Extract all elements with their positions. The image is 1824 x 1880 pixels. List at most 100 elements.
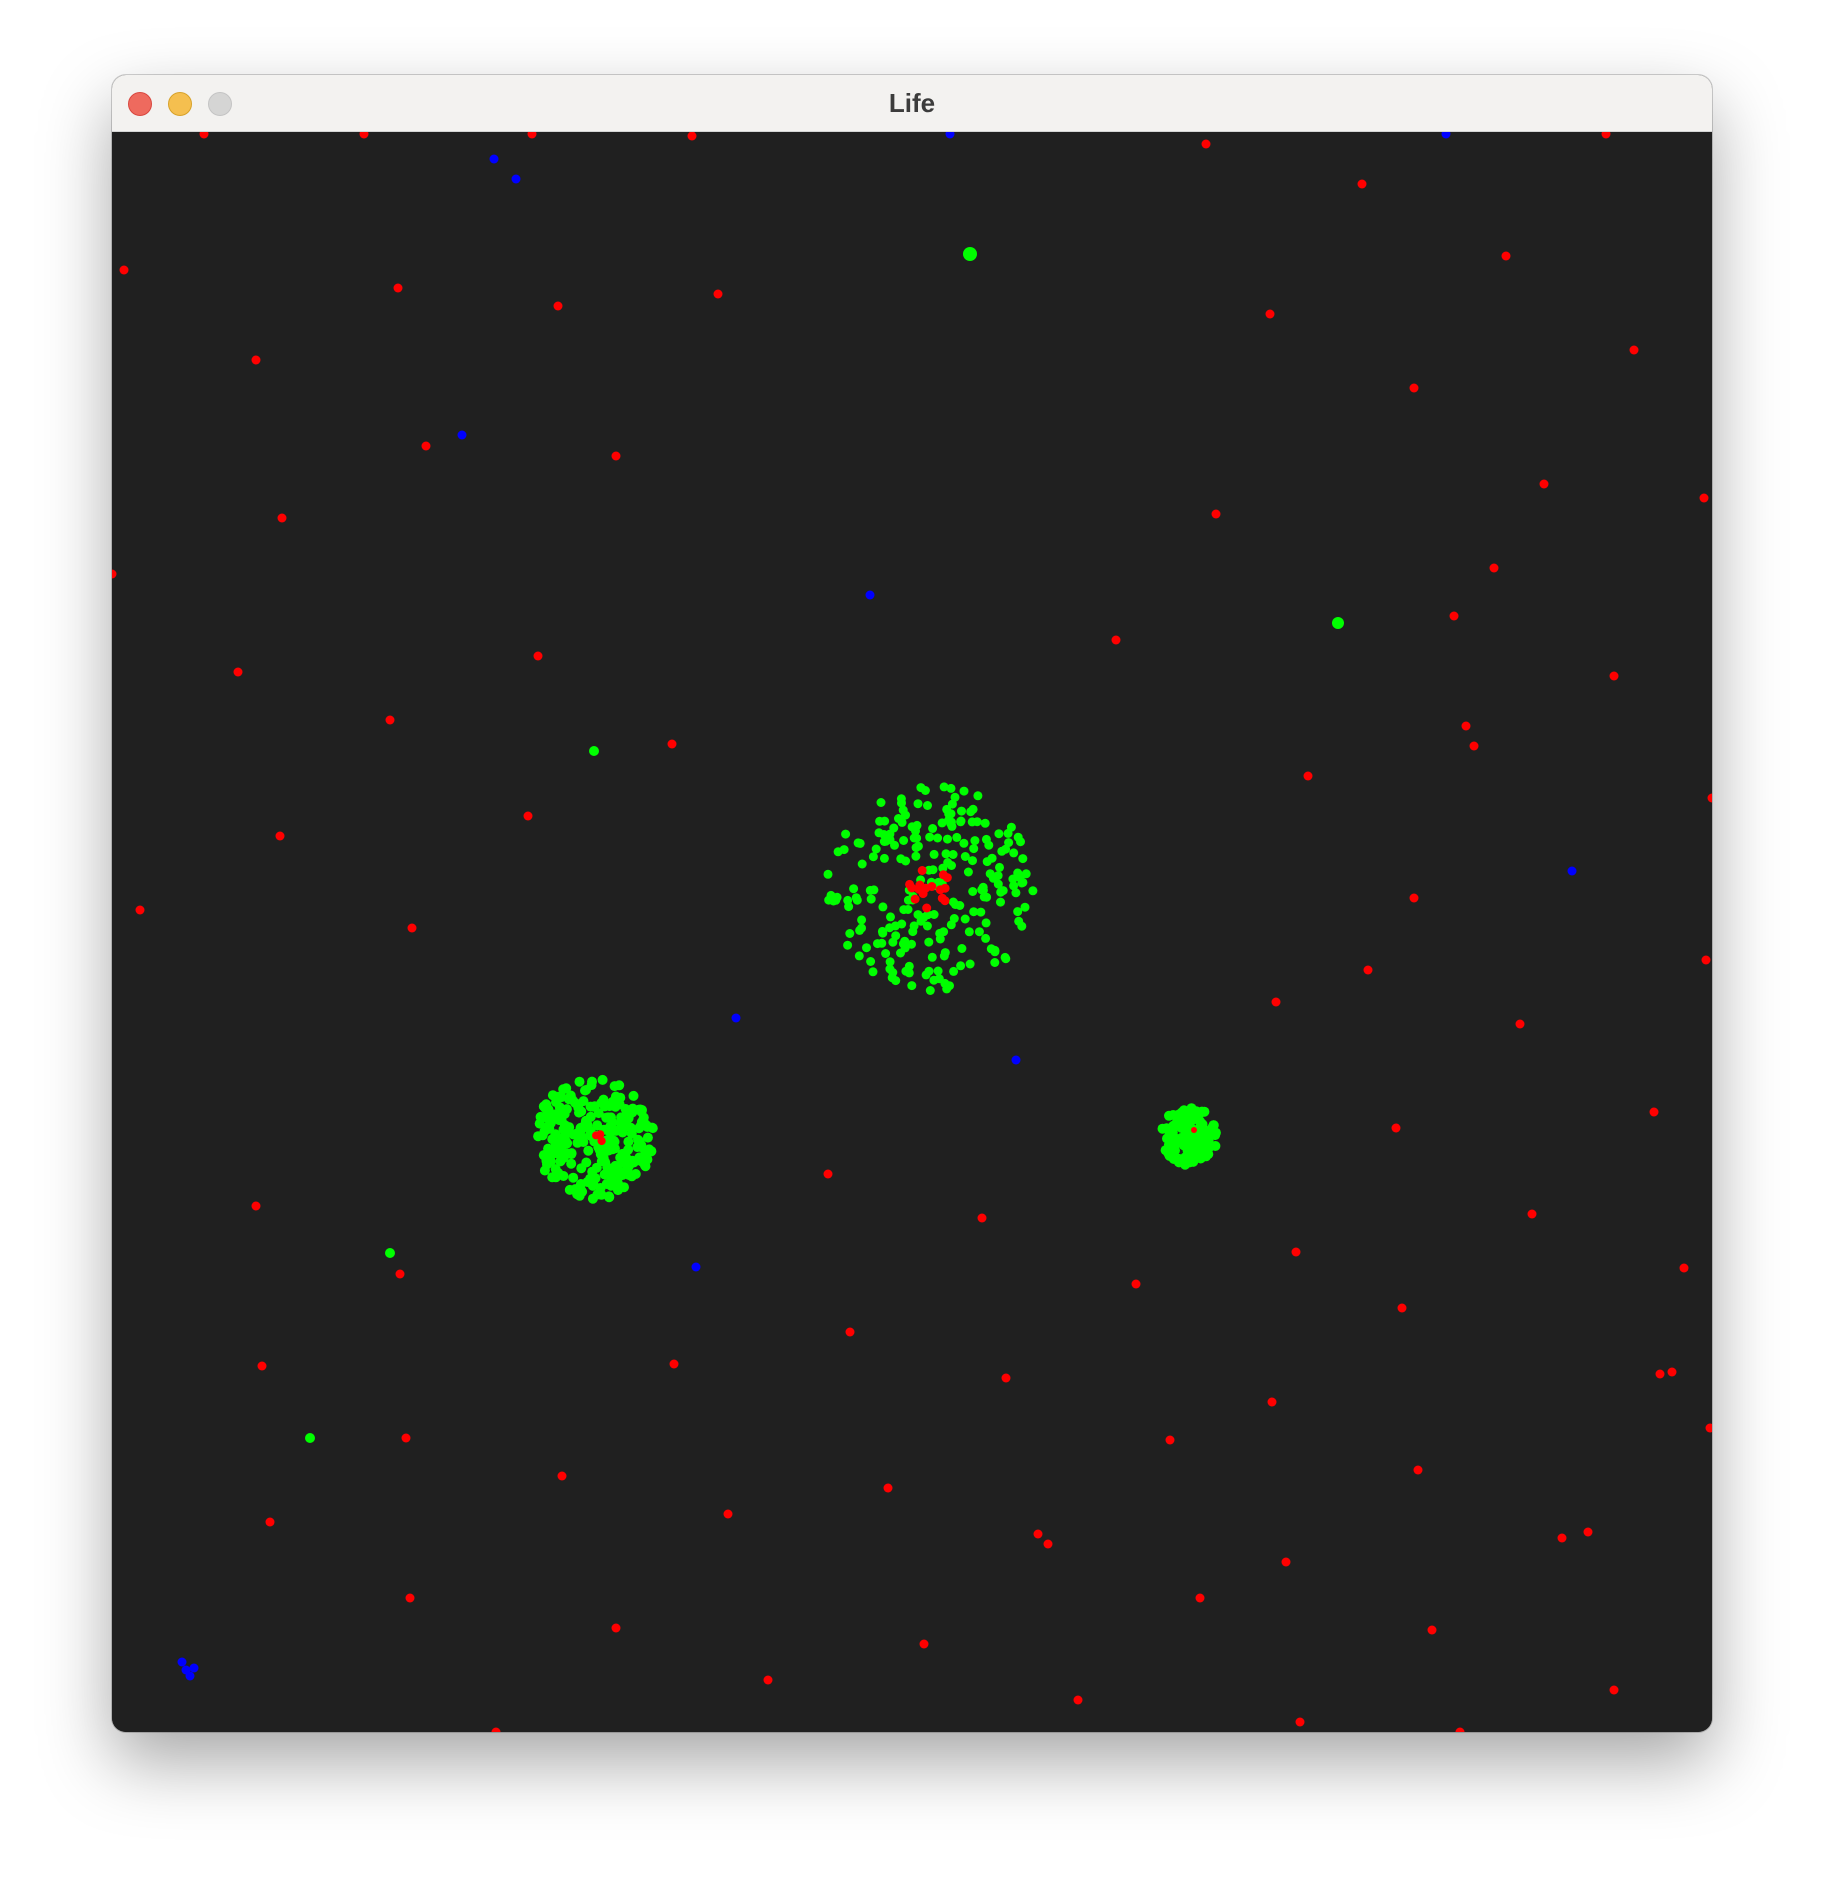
cluster-particle — [619, 1182, 629, 1193]
particle-red — [533, 651, 543, 661]
particle-blue — [457, 430, 467, 440]
cluster-particle — [965, 959, 975, 969]
particle-red — [1667, 1367, 1677, 1377]
cluster-particle — [578, 1137, 589, 1147]
particle-red — [112, 569, 117, 579]
cluster-particle — [993, 871, 1003, 881]
title-bar[interactable]: Life — [112, 75, 1712, 132]
cluster-particle — [891, 931, 901, 941]
particle-red — [1449, 611, 1459, 621]
particle-red — [1413, 1465, 1423, 1475]
cluster-particle — [952, 832, 962, 842]
cluster-particle — [923, 801, 932, 810]
cluster-particle — [1028, 886, 1038, 896]
cluster-particle — [843, 940, 853, 950]
cluster-particle — [558, 1171, 569, 1181]
cluster-particle — [937, 893, 947, 903]
cluster-particle — [542, 1159, 552, 1170]
cluster-particle — [555, 1156, 566, 1167]
particle-blue — [489, 154, 499, 164]
cluster-particle — [866, 957, 876, 966]
particle-red — [1391, 1123, 1401, 1133]
cluster-particle — [955, 901, 965, 910]
cluster-particle — [636, 1116, 647, 1127]
cluster-particle — [921, 970, 931, 980]
cluster-particle — [851, 893, 861, 903]
particle-red — [611, 451, 621, 461]
particle-red — [1679, 1263, 1689, 1273]
particle-blue — [1011, 1055, 1021, 1065]
particle-blue — [1441, 132, 1451, 139]
cluster-particle — [551, 1097, 561, 1108]
particle-red — [1303, 771, 1313, 781]
cluster-particle — [570, 1184, 581, 1195]
particle-red — [251, 355, 261, 365]
particle-field — [112, 132, 1712, 1732]
cluster-particle — [547, 1172, 558, 1183]
particle-red — [1501, 251, 1511, 261]
particle-red — [1357, 179, 1367, 189]
cluster-particle — [581, 1157, 592, 1168]
cluster-particle — [604, 1126, 615, 1137]
particle-red — [763, 1675, 773, 1685]
cluster-particle — [925, 832, 935, 842]
cluster-particle — [996, 887, 1006, 897]
particle-blue — [731, 1013, 741, 1023]
particle-blue — [945, 132, 955, 139]
particle-red — [1363, 965, 1373, 975]
particle-red — [1111, 635, 1121, 645]
cluster-particle — [937, 818, 947, 828]
cluster-particle — [978, 882, 988, 892]
cluster-particle — [966, 807, 976, 817]
particle-blue — [1567, 866, 1577, 876]
cluster-particle — [1173, 1153, 1184, 1164]
particle-green — [1332, 617, 1344, 629]
cluster-particle — [627, 1155, 638, 1166]
particle-red — [257, 1361, 267, 1371]
particle-red — [1609, 671, 1619, 681]
cluster-particle — [628, 1090, 639, 1101]
cluster-particle — [972, 817, 982, 827]
particle-red — [407, 923, 417, 933]
particle-red — [359, 132, 369, 139]
cluster-particle — [976, 907, 986, 917]
particle-red — [1427, 1625, 1437, 1635]
cluster-particle — [642, 1132, 653, 1143]
cluster-particle — [633, 1104, 644, 1115]
cluster-particle — [868, 967, 878, 977]
cluster-particle — [933, 833, 943, 843]
cluster-particle — [587, 1193, 598, 1204]
simulation-canvas[interactable] — [112, 132, 1712, 1732]
cluster-particle — [614, 1080, 625, 1091]
cluster-particle — [585, 1173, 596, 1184]
cluster-particle — [1020, 902, 1030, 912]
cluster-particle — [993, 879, 1003, 889]
cluster-particle — [1163, 1148, 1174, 1159]
cluster-particle — [876, 798, 886, 807]
window-title: Life — [888, 88, 936, 118]
particle-red — [1043, 1539, 1053, 1549]
cluster-particle — [857, 915, 867, 925]
cluster-particle — [879, 853, 889, 863]
particle-blue — [189, 1663, 199, 1673]
cluster-particle — [841, 829, 851, 839]
cluster-particle — [1167, 1138, 1178, 1149]
cluster-particle — [948, 850, 958, 859]
cluster-particle — [890, 840, 899, 850]
cluster-particle — [1191, 1127, 1197, 1133]
cluster-particle — [857, 923, 866, 933]
cluster-particle — [901, 856, 911, 866]
cluster-particle — [944, 809, 954, 819]
particle-red — [251, 1201, 261, 1211]
cluster-particle — [939, 951, 949, 961]
cluster-particle — [963, 867, 973, 877]
particle-red — [1583, 1527, 1593, 1537]
cluster-particle — [862, 943, 871, 953]
cluster-particle — [979, 892, 989, 902]
particle-blue — [181, 1665, 191, 1675]
cluster-particle — [949, 966, 959, 976]
cluster-particle — [925, 986, 935, 995]
cluster-particle — [994, 829, 1004, 839]
cluster-particle — [959, 786, 969, 796]
cluster-particle — [947, 799, 957, 809]
